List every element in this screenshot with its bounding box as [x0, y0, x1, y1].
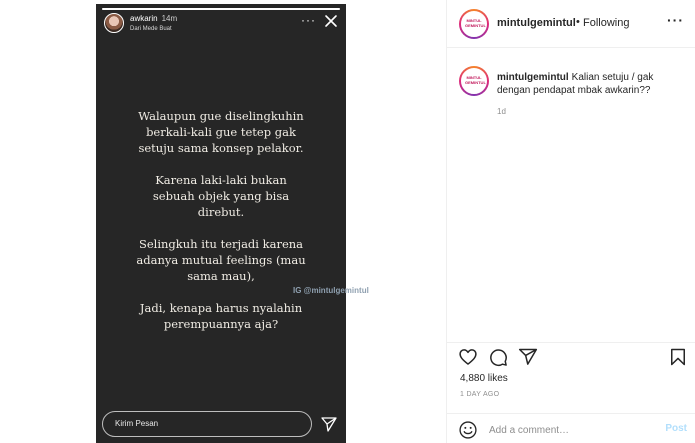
share-icon[interactable]	[518, 347, 538, 367]
comment-input[interactable]	[489, 422, 649, 438]
story-time: 14m	[161, 14, 178, 23]
story-reply-field: Kirim Pesan	[102, 411, 312, 437]
story-username: awkarin	[130, 14, 158, 23]
heart-icon[interactable]	[458, 347, 478, 367]
emoji-icon[interactable]	[458, 420, 478, 440]
send-icon	[321, 417, 337, 432]
comment-bar: Post	[447, 413, 695, 443]
story-avatar	[104, 13, 124, 33]
profile-avatar[interactable]: MINTUL GEMINTUL	[459, 9, 489, 39]
post-date: 1 DAY AGO	[460, 391, 500, 398]
avatar-logo-text: MINTUL GEMINTUL	[465, 75, 486, 85]
story-paragraph: Karena laki-laki bukan sebuah objek yang…	[152, 173, 290, 219]
caption: MINTUL GEMINTUL mintulgemintul Kalian set…	[447, 60, 695, 140]
post-media: awkarin 14m Dari Mede Buat ··· Walaupun g…	[0, 0, 446, 443]
story-paragraph: Selingkuh itu terjadi karena adanya mutu…	[136, 237, 306, 283]
story-paragraph: Jadi, kenapa harus nyalahin perempuannya…	[139, 301, 303, 331]
story-more-icon: ···	[301, 13, 316, 27]
story-text: Walaupun gue diselingkuhin berkali-kali …	[126, 108, 316, 348]
post-header: MINTUL GEMINTUL mintulgemintul • Followi…	[447, 0, 695, 48]
close-icon	[325, 15, 337, 27]
story-user-line: awkarin 14m	[130, 14, 177, 23]
post-comment-button[interactable]: Post	[665, 423, 687, 434]
watermark: IG @mintulgemintul	[293, 286, 369, 295]
story-header: awkarin 14m Dari Mede Buat ···	[104, 13, 338, 39]
avatar-image: MINTUL GEMINTUL	[461, 68, 487, 94]
story-footer: Kirim Pesan	[102, 411, 340, 437]
header-username[interactable]: mintulgemintul	[497, 17, 576, 29]
header-separator: •	[576, 16, 580, 28]
story-screenshot: awkarin 14m Dari Mede Buat ··· Walaupun g…	[96, 4, 346, 443]
post-sidebar: MINTUL GEMINTUL mintulgemintul • Followi…	[446, 0, 695, 443]
avatar-logo-text: MINTUL GEMINTUL	[465, 18, 486, 28]
caption-username[interactable]: mintulgemintul	[497, 72, 569, 83]
likes-count[interactable]: 4,880 likes	[460, 373, 508, 384]
follow-status-button[interactable]: Following	[583, 17, 629, 29]
comment-icon[interactable]	[488, 347, 508, 367]
post-actions: 4,880 likes 1 DAY AGO Post	[447, 342, 695, 442]
caption-text-block: mintulgemintul Kalian setuju / gak dengan…	[497, 71, 685, 97]
caption-time[interactable]: 1d	[497, 107, 506, 116]
avatar-image: MINTUL GEMINTUL	[461, 11, 487, 37]
story-progress-fill	[102, 8, 340, 10]
caption-avatar[interactable]: MINTUL GEMINTUL	[459, 66, 489, 96]
more-options-icon[interactable]: ···	[667, 12, 684, 28]
story-paragraph: Walaupun gue diselingkuhin berkali-kali …	[138, 109, 304, 155]
story-progress-bar	[102, 8, 340, 10]
bookmark-icon[interactable]	[668, 347, 688, 367]
story-subtitle: Dari Mede Buat	[130, 26, 172, 32]
